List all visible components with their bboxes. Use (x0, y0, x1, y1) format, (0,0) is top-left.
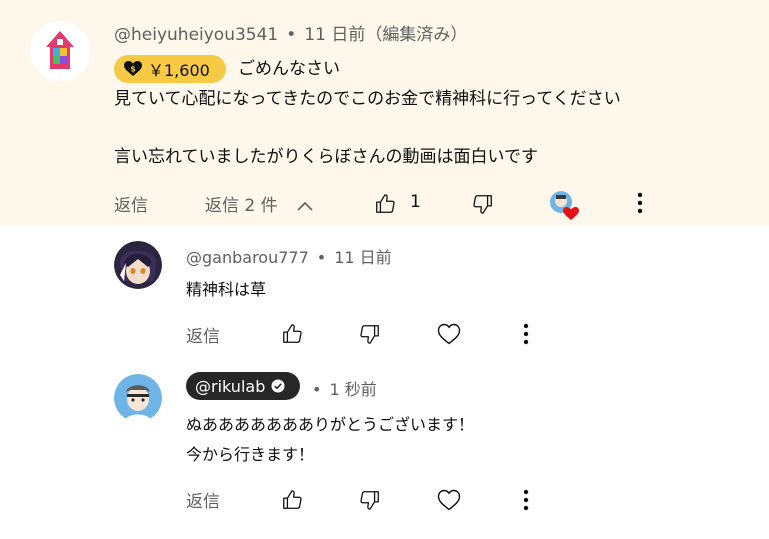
top-comment: @heiyuheiyou3541 • 11 日前（編集済み） $ ￥1,600 ごめ… (0, 0, 769, 226)
comment-meta: @heiyuheiyou3541 • 11 日前（編集済み） (114, 20, 467, 45)
comment-text-line: 見ていて心配になってきたのでこのお金で精神科に行ってください (114, 89, 621, 109)
comment-author[interactable]: @heiyuheiyou3541 (114, 25, 278, 45)
comment-author[interactable]: @ganbarou777 (186, 248, 309, 267)
reply-button[interactable]: 返信 (114, 191, 148, 216)
thumbs-down-icon[interactable] (358, 488, 382, 512)
comment-meta: • 1 秒前 (312, 376, 377, 400)
heart-icon[interactable] (436, 322, 462, 346)
meta-separator: • (312, 380, 322, 399)
heart-icon[interactable] (436, 488, 462, 512)
donation-amount: ￥1,600 (148, 61, 210, 80)
comment-text-line: ぬああああああありがとうございます！ (186, 415, 475, 434)
thumbs-down-icon[interactable] (358, 322, 382, 346)
like-count: 1 (410, 192, 421, 212)
thumbs-up-icon[interactable] (372, 191, 398, 217)
super-thanks-chip: $ ￥1,600 (114, 55, 226, 83)
comment-text-line: ごめんなさい (238, 59, 340, 79)
more-vert-icon[interactable] (514, 322, 538, 346)
channel-owner-chip[interactable]: @rikulab (186, 372, 300, 400)
comment-text-line: 今から行きます！ (186, 445, 315, 464)
replies-count-label: 返信 2 件 (205, 196, 278, 216)
avatar[interactable] (30, 21, 90, 81)
avatar[interactable] (114, 374, 162, 422)
comment-text-line: 精神科は草 (186, 280, 267, 299)
thumbs-down-icon[interactable] (470, 191, 496, 217)
comment-timestamp[interactable]: 11 日前（編集済み） (304, 25, 467, 45)
avatar[interactable] (114, 241, 162, 289)
meta-separator: • (286, 25, 297, 45)
comment-timestamp[interactable]: 1 秒前 (329, 380, 376, 399)
reply-button[interactable]: 返信 (186, 487, 220, 512)
thumbs-up-icon[interactable] (280, 322, 304, 346)
comment-timestamp[interactable]: 11 日前 (334, 248, 391, 267)
meta-separator: • (316, 248, 327, 267)
comment-meta: @ganbarou777 • 11 日前 (186, 244, 392, 268)
creator-heart-icon (548, 189, 580, 221)
verified-check-icon (271, 379, 285, 393)
view-replies-toggle[interactable]: 返信 2 件 (205, 191, 313, 216)
reply-button[interactable]: 返信 (186, 322, 220, 347)
super-thanks-heart-icon: $ (124, 61, 142, 77)
comment-author: @rikulab (195, 376, 266, 396)
thumbs-up-icon[interactable] (280, 488, 304, 512)
more-vert-icon[interactable] (514, 488, 538, 512)
svg-text:$: $ (130, 65, 136, 74)
more-vert-icon[interactable] (628, 190, 652, 216)
chevron-up-icon (297, 196, 313, 216)
comment-text-line: 言い忘れていましたがりくらぼさんの動画は面白いです (114, 147, 538, 167)
